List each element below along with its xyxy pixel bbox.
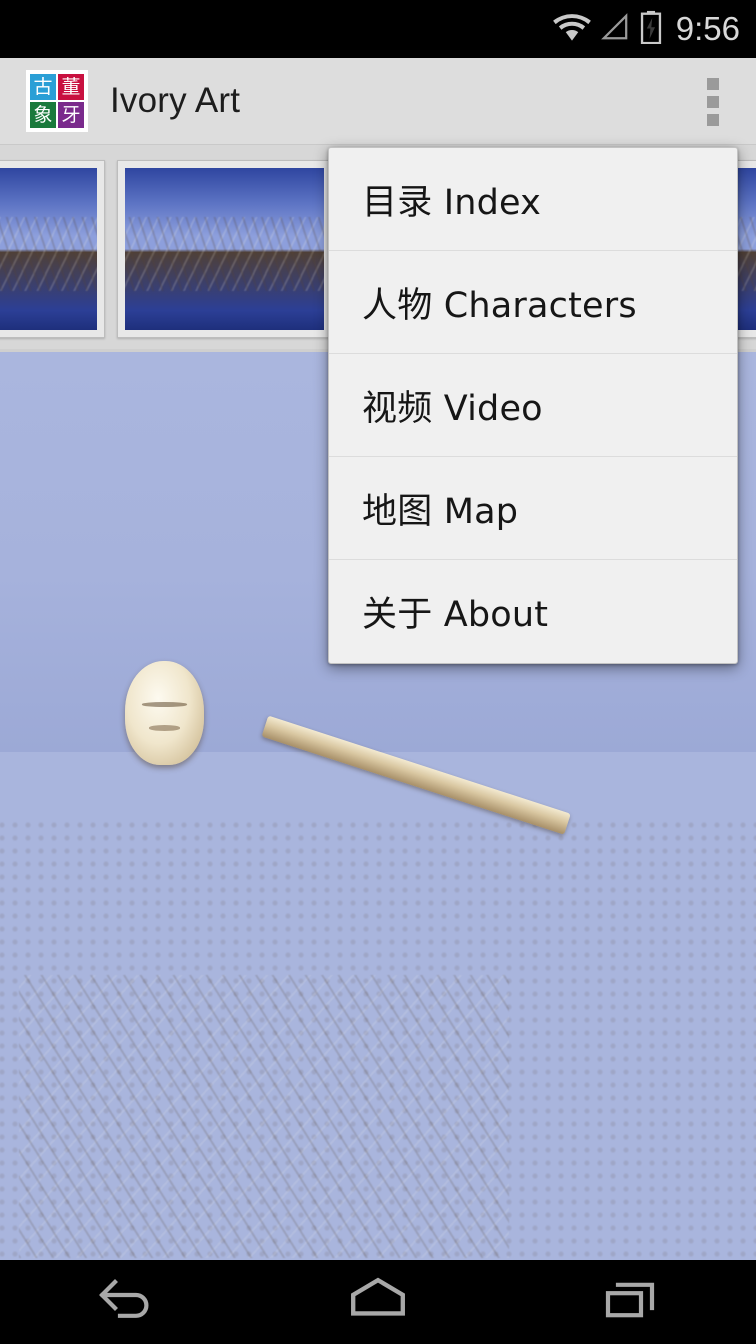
- status-bar-clock: 9:56: [675, 10, 740, 47]
- menu-item-about[interactable]: 关于 About: [329, 560, 737, 663]
- recent-apps-icon: [600, 1275, 660, 1330]
- menu-item-map[interactable]: 地图 Map: [329, 457, 737, 560]
- phone-screen: 9:56 古 董 象 牙 Ivory Art 目录 Index 人物 Chara…: [0, 0, 756, 1344]
- thumbnail-1[interactable]: [0, 160, 105, 338]
- page-title: Ivory Art: [110, 81, 241, 120]
- wifi-icon: [552, 11, 592, 48]
- logo-cell-ya: 牙: [58, 102, 84, 128]
- thumbnail-2-image: [125, 168, 324, 330]
- photo-ivory-carving: [0, 606, 756, 1260]
- thumbnail-1-image: [0, 168, 97, 330]
- overflow-dot-1: [707, 77, 719, 90]
- logo-cell-gu: 古: [30, 74, 56, 100]
- logo-cell-xiang: 象: [30, 102, 56, 128]
- nav-home-button[interactable]: [303, 1260, 453, 1344]
- navigation-bar: [0, 1260, 756, 1344]
- status-bar-icons: [552, 10, 664, 49]
- app-logo-icon: 古 董 象 牙: [26, 70, 88, 132]
- overflow-dot-3: [707, 113, 719, 126]
- menu-item-characters[interactable]: 人物 Characters: [329, 251, 737, 354]
- back-arrow-icon: [94, 1274, 158, 1331]
- thumbnail-2-carving: [125, 216, 324, 292]
- photo-robe-detail: [18, 974, 509, 1258]
- menu-item-video[interactable]: 视频 Video: [329, 354, 737, 457]
- overflow-dropdown-menu[interactable]: 目录 Index 人物 Characters 视频 Video 地图 Map 关…: [328, 147, 738, 664]
- home-icon: [347, 1275, 409, 1330]
- logo-cell-dong: 董: [58, 74, 84, 100]
- overflow-menu-icon[interactable]: [670, 58, 756, 145]
- photo-warrior-face: [124, 660, 205, 766]
- status-bar: 9:56: [0, 0, 756, 58]
- nav-recents-button[interactable]: [555, 1260, 705, 1344]
- menu-item-index[interactable]: 目录 Index: [329, 148, 737, 251]
- nav-back-button[interactable]: [51, 1260, 201, 1344]
- thumbnail-1-carving: [0, 216, 97, 292]
- cell-signal-icon: [598, 11, 632, 48]
- action-bar: 古 董 象 牙 Ivory Art: [0, 58, 756, 145]
- thumbnail-2[interactable]: [117, 160, 332, 338]
- battery-charging-icon: [638, 10, 664, 49]
- overflow-dot-2: [707, 95, 719, 108]
